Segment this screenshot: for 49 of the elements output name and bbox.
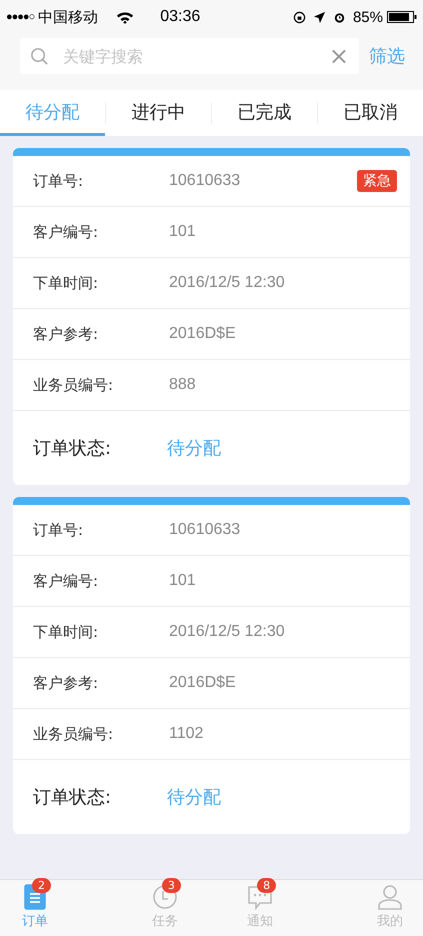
field-label: 客户编号: (33, 572, 100, 590)
count-badge: 2 (32, 878, 51, 893)
urgent-tag: 紧急 (357, 170, 397, 192)
field-label: 客户编号: (33, 222, 100, 242)
field-label: 订单号: (33, 172, 84, 190)
field-label: 订单号: (33, 520, 84, 540)
battery-percent: 85% (352, 8, 383, 26)
status-value: 待分配 (167, 437, 221, 460)
field-value: 1102 (169, 725, 204, 743)
person-icon (377, 884, 403, 910)
field-label: 客户参考: (33, 674, 100, 692)
nav-tab[interactable]: 8 通知 (212, 880, 308, 936)
wifi-icon (116, 10, 134, 24)
tab[interactable]: 已取消 (318, 90, 423, 136)
filter-link[interactable]: 筛选 (369, 44, 405, 68)
field-value: 888 (169, 376, 196, 394)
field-label: 业务员编号: (33, 724, 114, 744)
field-label: 客户参考: (33, 324, 100, 344)
field-label: 下单时间: (33, 274, 100, 292)
field-value: 2016D$E (169, 674, 236, 692)
count-badge: 8 (257, 878, 276, 893)
field-label: 业务员编号: (33, 376, 114, 394)
nav-tab[interactable]: 3 任务 (117, 880, 212, 936)
clear-button[interactable]: × (328, 44, 349, 68)
field-value: 101 (169, 572, 196, 590)
status-value: 待分配 (167, 786, 221, 809)
field-value: 10610633 (169, 521, 240, 539)
status-label: 订单状态: (33, 786, 112, 809)
search-field[interactable]: 关键字搜索 × (20, 38, 359, 74)
rotation-lock-icon (292, 10, 306, 24)
carrier-name: 中国移动 (38, 8, 98, 26)
field-label: 下单时间: (33, 622, 100, 642)
search-icon (30, 46, 49, 66)
tab[interactable]: 进行中 (106, 90, 211, 136)
field-value: 10610633 (169, 172, 240, 190)
field-value: 2016/12/5 12:30 (169, 623, 285, 641)
field-value: 101 (169, 223, 196, 241)
tab[interactable]: 待分配 (0, 90, 105, 136)
signal-strength: ●●●●○ (6, 11, 34, 23)
nav-tab[interactable]: 2 订单 (0, 880, 118, 936)
tab[interactable]: 已完成 (212, 90, 317, 136)
battery-icon (387, 10, 417, 24)
count-badge: 3 (162, 878, 181, 893)
field-value: 2016D$E (169, 325, 236, 343)
field-value: 2016/12/5 12:30 (169, 274, 285, 292)
location-arrow-icon (312, 10, 326, 24)
clock-time: 03:36 (160, 8, 200, 26)
status-label: 订单状态: (33, 437, 112, 460)
alarm-icon (332, 10, 346, 24)
